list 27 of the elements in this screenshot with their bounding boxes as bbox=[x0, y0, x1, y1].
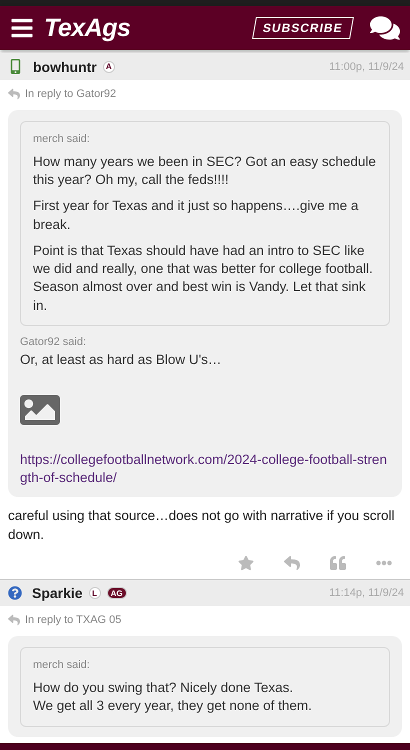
username[interactable]: bowhuntr bbox=[33, 58, 97, 74]
reply-link[interactable]: In reply to TXAG 05 bbox=[25, 614, 122, 626]
quote-author: merch said: bbox=[33, 133, 91, 145]
star-icon[interactable] bbox=[238, 555, 254, 572]
post-time: 11:00p, 11/9/24 bbox=[329, 60, 404, 72]
post-time: 11:14p, 11/9/24 bbox=[329, 587, 404, 600]
quote-text: First year for Texas and it just so happens….give me a break. bbox=[33, 197, 360, 234]
quote-author: merch said: bbox=[33, 659, 91, 672]
user-badge: A bbox=[102, 60, 115, 72]
logo[interactable]: TexAgs bbox=[44, 14, 244, 42]
post-text: careful using that source…does not go with narrative if you scroll down. bbox=[8, 507, 396, 544]
menu-icon[interactable] bbox=[10, 16, 34, 40]
quote-text: How do you swing that? Nicely done Texas. We get all 3 every year, they get none of them. bbox=[33, 679, 313, 716]
user-badge: L bbox=[88, 587, 101, 600]
quote-text: How many years we been in SEC? Got an easy schedule this year? Oh my, call the feds!!!! bbox=[33, 153, 377, 190]
user-badge: AG bbox=[106, 587, 127, 600]
reply-icon bbox=[8, 88, 20, 100]
subscribe-link[interactable]: SUBSCRIBE bbox=[252, 17, 354, 39]
reply-icon bbox=[8, 614, 20, 626]
username[interactable]: Sparkie bbox=[32, 585, 83, 602]
quote-author: Gator92 said: bbox=[20, 336, 88, 348]
quote-icon[interactable] bbox=[330, 555, 346, 572]
article-link[interactable]: https://collegefootballnetwork.com/2024-college-football-strength-of-schedule/ bbox=[20, 450, 390, 488]
reply-link[interactable]: In reply to Gator92 bbox=[25, 88, 116, 100]
reply-icon[interactable] bbox=[284, 555, 300, 572]
quote-text: Or, at least as hard as Blow U's… bbox=[20, 350, 222, 369]
quote-text: Point is that Texas should have had an intro to SEC like we did and really, one that was better for college football. Season almost over and best win is Vandy. Let that sink in. bbox=[33, 242, 374, 315]
